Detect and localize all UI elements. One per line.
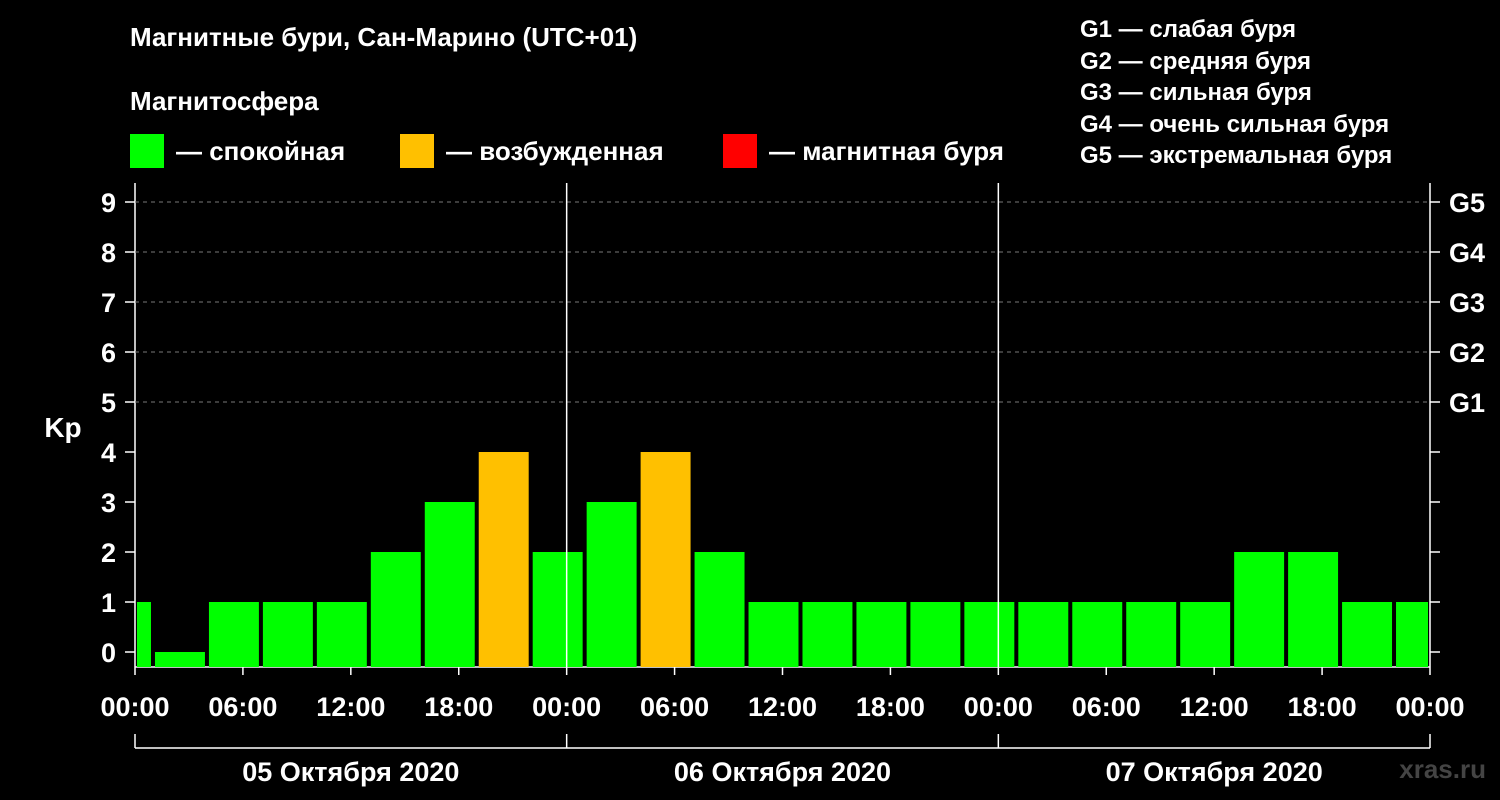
y-tick-label: 3 <box>101 488 116 518</box>
x-tick-label: 00:00 <box>964 692 1033 722</box>
kp-bar <box>1342 602 1393 667</box>
kp-bar <box>586 502 637 667</box>
y-tick-label: 6 <box>101 338 116 368</box>
x-tick-label: 00:00 <box>1395 692 1464 722</box>
x-tick-label: 06:00 <box>208 692 277 722</box>
kp-bar <box>424 502 475 667</box>
kp-bar <box>910 602 961 667</box>
kp-bar <box>532 552 583 667</box>
kp-bar <box>1072 602 1123 667</box>
x-tick-label: 00:00 <box>100 692 169 722</box>
kp-bar <box>478 452 529 667</box>
kp-bar <box>964 602 1015 667</box>
kp-bar <box>640 452 691 667</box>
day-label: 06 Октября 2020 <box>674 757 891 787</box>
kp-bar <box>856 602 907 667</box>
day-label: 07 Октября 2020 <box>1106 757 1323 787</box>
y-tick-label: 1 <box>101 588 116 618</box>
kp-bar <box>1396 602 1428 667</box>
kp-bar <box>262 602 313 667</box>
kp-bar <box>154 652 205 667</box>
y-tick-label: 2 <box>101 538 116 568</box>
right-tick-label-g1: G1 <box>1449 388 1485 418</box>
right-tick-label-g3: G3 <box>1449 288 1485 318</box>
kp-bar <box>694 552 745 667</box>
x-tick-label: 06:00 <box>640 692 709 722</box>
right-tick-label-g5: G5 <box>1449 188 1485 218</box>
x-tick-label: 12:00 <box>316 692 385 722</box>
kp-bar <box>1126 602 1177 667</box>
kp-bar <box>802 602 853 667</box>
kp-bar <box>1288 552 1339 667</box>
x-tick-label: 18:00 <box>424 692 493 722</box>
kp-bar <box>748 602 799 667</box>
x-tick-label: 12:00 <box>1180 692 1249 722</box>
x-tick-label: 12:00 <box>748 692 817 722</box>
kp-bar <box>316 602 367 667</box>
y-tick-label: 9 <box>101 188 116 218</box>
kp-bar <box>208 602 259 667</box>
x-tick-label: 06:00 <box>1072 692 1141 722</box>
kp-bar <box>1018 602 1069 667</box>
x-tick-label: 18:00 <box>1288 692 1357 722</box>
x-tick-label: 00:00 <box>532 692 601 722</box>
y-axis-label: Kp <box>44 412 81 443</box>
kp-chart: Kp 0 1 2 3 4 5 6 7 8 9 G1 G2 G3 G4 G5 00:00 06:00 12:00 18… <box>44 183 1485 787</box>
kp-bar <box>1180 602 1231 667</box>
y-tick-label: 7 <box>101 288 116 318</box>
right-tick-label-g2: G2 <box>1449 338 1485 368</box>
y-tick-label: 0 <box>101 638 116 668</box>
kp-bar <box>1234 552 1285 667</box>
kp-bar <box>370 552 421 667</box>
day-label: 05 Октября 2020 <box>242 757 459 787</box>
kp-bar <box>137 602 151 667</box>
x-tick-label: 18:00 <box>856 692 925 722</box>
watermark: xras.ru <box>1399 754 1486 784</box>
right-tick-label-g4: G4 <box>1449 238 1485 268</box>
y-tick-label: 5 <box>101 388 116 418</box>
y-tick-label: 8 <box>101 238 116 268</box>
y-tick-label: 4 <box>101 438 116 468</box>
